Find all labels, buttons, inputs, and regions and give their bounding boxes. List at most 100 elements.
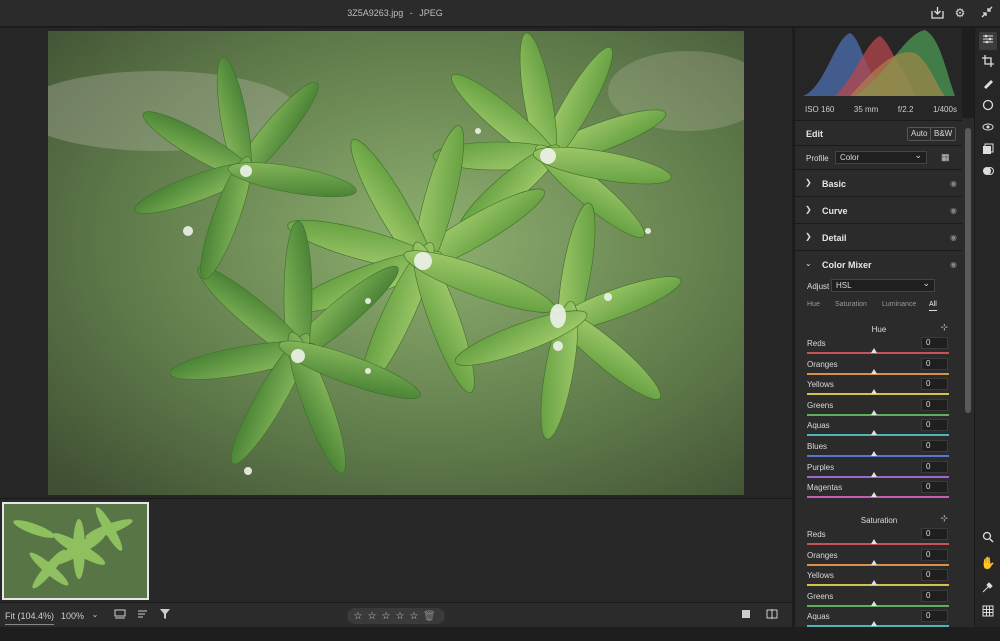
slider-track[interactable] <box>807 434 949 437</box>
slider-track[interactable] <box>807 563 949 566</box>
slider-value-input[interactable]: 0 <box>921 440 948 452</box>
slider-track[interactable] <box>807 413 949 416</box>
hand-icon[interactable]: ✋ <box>979 554 997 572</box>
crop-icon[interactable] <box>979 54 997 72</box>
slider-thumb[interactable] <box>871 368 877 374</box>
slider-track[interactable] <box>807 604 949 607</box>
slider-track[interactable] <box>807 625 949 627</box>
slider-value-input[interactable]: 0 <box>921 569 948 582</box>
slider-track[interactable] <box>807 393 949 396</box>
slider-value-input[interactable]: 0 <box>921 398 948 411</box>
snapshot-icon[interactable] <box>979 142 997 160</box>
bw-button[interactable]: B&W <box>930 127 957 141</box>
star-4[interactable]: ☆ <box>395 611 405 622</box>
slider-magentas[interactable]: Magentas 0 <box>807 481 952 503</box>
mask-icon[interactable] <box>979 98 997 116</box>
grid-icon[interactable] <box>979 604 997 622</box>
slider-thumb[interactable] <box>871 471 877 477</box>
star-2[interactable]: ☆ <box>367 611 377 622</box>
slider-value-input[interactable]: 0 <box>921 378 948 391</box>
slider-thumb[interactable] <box>871 389 877 395</box>
slider-reds[interactable]: Reds 0 <box>807 528 952 550</box>
adjust-select[interactable]: HSL <box>831 278 935 292</box>
slider-greens[interactable]: Greens 0 <box>807 398 952 421</box>
slider-value-input[interactable]: 0 <box>921 589 948 602</box>
eye-icon[interactable]: ◉ <box>950 206 957 215</box>
tab-luminance[interactable]: Luminance <box>882 301 916 308</box>
sort-icon[interactable] <box>136 608 150 622</box>
slider-thumb[interactable] <box>871 580 877 586</box>
chevron-down-icon[interactable]: ⌄ <box>88 608 102 622</box>
gear-icon[interactable]: ⚙ <box>953 6 967 20</box>
profile-select[interactable]: Color <box>835 150 927 164</box>
zoom-level[interactable]: 100% <box>61 611 84 621</box>
slider-thumb[interactable] <box>871 492 877 498</box>
slider-thumb[interactable] <box>871 621 877 627</box>
slider-thumb[interactable] <box>871 559 877 565</box>
slider-track[interactable] <box>807 372 949 375</box>
slider-aquas[interactable]: Aquas 0 <box>807 419 952 441</box>
panel-scrollbar[interactable] <box>962 118 974 627</box>
slider-blues[interactable]: Blues 0 <box>807 440 952 462</box>
slider-oranges[interactable]: Oranges 0 <box>807 548 952 571</box>
star-3[interactable]: ☆ <box>381 611 391 622</box>
slider-track[interactable] <box>807 543 949 545</box>
slider-track[interactable] <box>807 455 949 457</box>
auto-button[interactable]: Auto <box>907 127 932 141</box>
section-curve[interactable]: ❯ Curve ◉ <box>795 198 962 224</box>
scrollbar-thumb[interactable] <box>965 128 971 413</box>
slider-track[interactable] <box>807 475 949 478</box>
slider-oranges[interactable]: Oranges 0 <box>807 357 952 380</box>
export-icon[interactable] <box>930 6 944 20</box>
tab-all[interactable]: All <box>929 301 937 311</box>
slider-thumb[interactable] <box>871 430 877 436</box>
profile-browser-icon[interactable]: ▦ <box>941 152 950 163</box>
slider-track[interactable] <box>807 352 949 354</box>
star-1[interactable]: ☆ <box>353 611 363 622</box>
star-5[interactable]: ☆ <box>409 611 419 622</box>
filter-icon[interactable] <box>158 608 172 622</box>
slider-value-input[interactable]: 0 <box>921 419 948 432</box>
section-color-mixer[interactable]: ⌄ Color Mixer ◉ <box>795 252 962 278</box>
slider-track[interactable] <box>807 584 949 587</box>
slider-yellows[interactable]: Yellows 0 <box>807 378 952 400</box>
slider-thumb[interactable] <box>871 348 877 353</box>
slider-track[interactable] <box>807 496 949 499</box>
eye-icon[interactable]: ◉ <box>950 260 957 269</box>
filmstrip-thumbnail[interactable] <box>2 502 149 600</box>
slider-thumb[interactable] <box>871 451 877 456</box>
slider-value-input[interactable]: 0 <box>921 610 948 623</box>
slider-purples[interactable]: Purples 0 <box>807 460 952 483</box>
eye-icon[interactable]: ◉ <box>950 233 957 242</box>
slider-thumb[interactable] <box>871 409 877 415</box>
fit-zoom-button[interactable]: Fit (104.4%) <box>5 611 55 625</box>
slider-value-input[interactable]: 0 <box>921 528 948 540</box>
collapse-icon[interactable] <box>980 6 994 20</box>
slider-greens[interactable]: Greens 0 <box>807 589 952 612</box>
tab-saturation[interactable]: Saturation <box>835 301 867 308</box>
trash-icon[interactable]: 🗑 <box>423 611 436 622</box>
slider-value-input[interactable]: 0 <box>921 548 948 561</box>
sampler-icon[interactable] <box>979 580 997 598</box>
presets-icon[interactable] <box>979 164 997 182</box>
main-photo[interactable] <box>48 31 744 495</box>
red-eye-icon[interactable] <box>979 120 997 138</box>
slider-reds[interactable]: Reds 0 <box>807 337 952 359</box>
slider-value-input[interactable]: 0 <box>921 337 948 349</box>
tab-hue[interactable]: Hue <box>807 301 820 308</box>
section-detail[interactable]: ❯ Detail ◉ <box>795 225 962 251</box>
image-canvas[interactable] <box>0 28 792 498</box>
target-adjust-icon[interactable]: ⊹ <box>940 513 948 524</box>
slider-thumb[interactable] <box>871 539 877 544</box>
zoom-icon[interactable] <box>979 530 997 548</box>
slider-thumb[interactable] <box>871 600 877 606</box>
section-basic[interactable]: ❯ Basic ◉ <box>795 171 962 197</box>
filmstrip-toggle-icon[interactable] <box>113 608 127 622</box>
target-adjust-icon[interactable]: ⊹ <box>940 322 948 333</box>
before-after-icon[interactable] <box>740 608 754 622</box>
slider-value-input[interactable]: 0 <box>921 460 948 473</box>
healing-brush-icon[interactable] <box>979 76 997 94</box>
eye-icon[interactable]: ◉ <box>950 179 957 188</box>
slider-value-input[interactable]: 0 <box>921 357 948 370</box>
split-view-icon[interactable] <box>765 608 779 622</box>
